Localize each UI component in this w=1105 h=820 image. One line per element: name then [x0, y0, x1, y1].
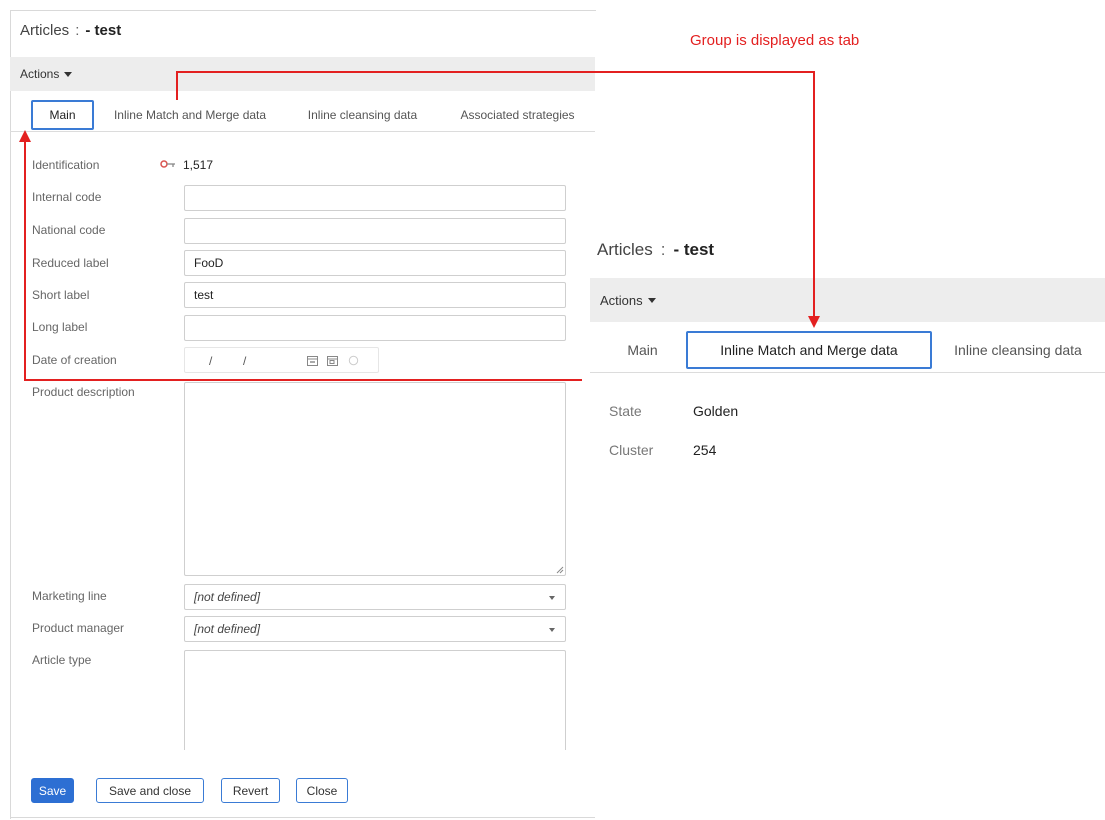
national-code-label: National code [32, 223, 106, 237]
cluster-label: Cluster [609, 442, 654, 458]
tab-label: Inline cleansing data [307, 108, 418, 122]
tabs-divider [10, 131, 595, 132]
title-separator: : [660, 240, 666, 259]
annotation-arrow-up-icon [19, 130, 31, 142]
long-label-input[interactable] [184, 315, 566, 341]
reduced-label-input[interactable]: FooD [184, 250, 566, 276]
title-separator: : [75, 22, 80, 39]
product-manager-select[interactable]: [not defined] [184, 616, 566, 642]
short-label-input[interactable]: test [184, 282, 566, 308]
caret-down-icon [647, 297, 656, 303]
marketing-line-label: Marketing line [32, 589, 107, 603]
internal-code-label: Internal code [32, 190, 102, 204]
date-of-creation-input[interactable]: / / [184, 347, 379, 373]
article-type-box[interactable] [184, 650, 566, 750]
today-icon[interactable] [327, 355, 338, 366]
product-description-label: Product description [32, 385, 135, 399]
dropdown-caret-icon [549, 596, 555, 600]
annotation-box-left [24, 140, 26, 381]
annotation-connector-down [813, 71, 815, 321]
title-entity: Articles [597, 240, 653, 259]
identification-value: 1,517 [183, 158, 214, 172]
product-description-textarea[interactable] [184, 382, 566, 576]
right-page-title: Articles: - test [597, 240, 714, 260]
state-value: Golden [693, 403, 739, 419]
right-tab-main[interactable]: Main [610, 331, 675, 369]
revert-button[interactable]: Revert [221, 778, 280, 803]
date-of-creation-label: Date of creation [32, 353, 117, 367]
calendar-icon[interactable] [307, 355, 318, 366]
identification-label: Identification [32, 158, 100, 172]
date-separator: / [243, 354, 247, 368]
right-tab-inline-match-merge[interactable]: Inline Match and Merge data [686, 331, 932, 369]
caret-down-icon [64, 71, 73, 77]
key-icon [160, 160, 175, 168]
annotation-connector-up [176, 72, 178, 100]
resize-handle-icon[interactable] [556, 566, 564, 574]
close-button[interactable]: Close [296, 778, 348, 803]
short-label-label: Short label [32, 288, 90, 302]
product-manager-label: Product manager [32, 621, 125, 635]
right-tab-inline-cleansing[interactable]: Inline cleansing data [938, 331, 1098, 369]
annotation-arrow-down-icon [808, 316, 820, 328]
tab-inline-cleansing[interactable]: Inline cleansing data [290, 100, 435, 130]
tab-associated-strategies[interactable]: Associated strategies [445, 100, 590, 130]
actions-bar: Actions [10, 57, 595, 91]
date-separator: / [209, 354, 213, 368]
title-record-name: - test [85, 22, 122, 39]
save-and-close-button[interactable]: Save and close [96, 778, 204, 803]
actions-label: Actions [600, 292, 643, 308]
cluster-value: 254 [693, 442, 717, 458]
tab-label: Inline Match and Merge data [113, 108, 267, 122]
title-entity: Articles [20, 22, 70, 39]
long-label-label: Long label [32, 320, 88, 334]
reduced-label-label: Reduced label [32, 256, 109, 270]
tab-label: Inline Match and Merge data [720, 342, 898, 358]
state-label: State [609, 403, 642, 419]
save-button[interactable]: Save [31, 778, 74, 803]
page-title: Articles: - test [20, 22, 121, 39]
tab-main[interactable]: Main [31, 100, 94, 130]
tab-inline-match-merge[interactable]: Inline Match and Merge data [100, 100, 280, 130]
annotation-text: Group is displayed as tab [690, 32, 860, 49]
annotation-connector-top [176, 71, 815, 73]
annotation-box-bottom [24, 379, 582, 381]
article-type-label: Article type [32, 653, 92, 667]
right-actions-bar: Actions [590, 278, 1105, 322]
right-tabs-divider [590, 372, 1105, 373]
actions-menu-button[interactable]: Actions [20, 67, 73, 81]
actions-label: Actions [20, 67, 60, 81]
marketing-line-select[interactable]: [not defined] [184, 584, 566, 610]
national-code-input[interactable] [184, 218, 566, 244]
dropdown-caret-icon [549, 628, 555, 632]
tab-label: Main [49, 108, 76, 122]
actions-menu-button[interactable]: Actions [600, 293, 656, 308]
clear-icon[interactable] [348, 355, 359, 366]
tab-label: Inline cleansing data [954, 342, 1082, 358]
tab-label: Main [627, 342, 658, 358]
product-manager-value: [not defined] [194, 622, 261, 636]
title-record-name: - test [673, 240, 715, 259]
internal-code-input[interactable] [184, 185, 566, 211]
marketing-line-value: [not defined] [194, 590, 261, 604]
left-window-bottom-border [10, 817, 595, 818]
tab-label: Associated strategies [460, 108, 575, 122]
